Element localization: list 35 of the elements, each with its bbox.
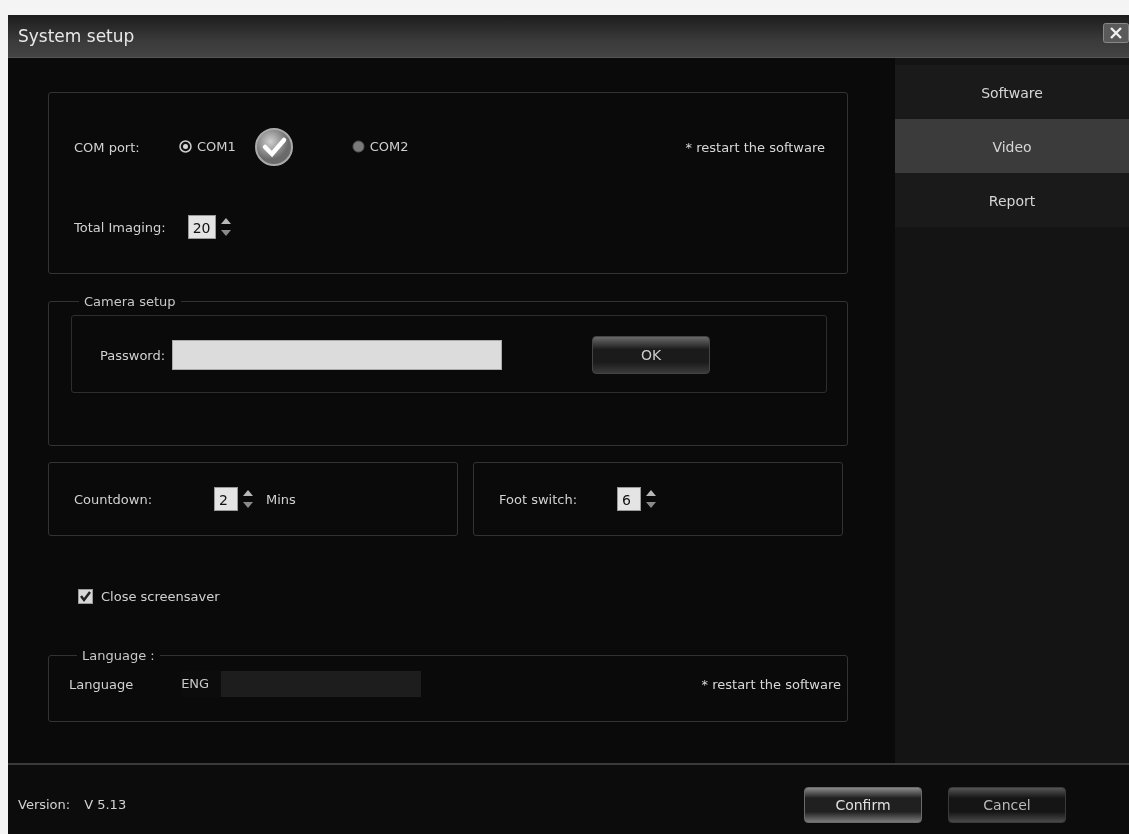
checkbox[interactable] bbox=[78, 588, 93, 604]
number-field[interactable]: 6 bbox=[617, 487, 641, 511]
field-label: COM port: bbox=[74, 139, 141, 155]
radio-label[interactable]: COM1 bbox=[197, 138, 236, 154]
language-dropdown[interactable]: ENG bbox=[181, 671, 422, 697]
number-field[interactable]: 2 bbox=[214, 487, 238, 511]
field-label: Foot switch: bbox=[499, 491, 579, 507]
field-label: Total Imaging: bbox=[74, 219, 166, 235]
number-field[interactable]: 20 bbox=[187, 215, 216, 239]
checkbox-label[interactable]: Close screensaver bbox=[101, 588, 220, 604]
restart-note: * restart the software bbox=[701, 676, 841, 692]
side-tab[interactable]: Report bbox=[895, 173, 1129, 227]
field-label: Countdown: bbox=[74, 491, 154, 507]
radio-label[interactable]: COM2 bbox=[369, 138, 409, 154]
group-title: Camera setup bbox=[83, 294, 177, 309]
close-icon[interactable] bbox=[1103, 23, 1129, 43]
field-label: Language bbox=[69, 676, 134, 692]
ok-button[interactable]: OK bbox=[592, 336, 711, 374]
window-title: System setup bbox=[18, 26, 135, 46]
unit-label: Mins bbox=[266, 491, 296, 507]
restart-note: * restart the software bbox=[685, 139, 825, 155]
version-number: V 5.13 bbox=[84, 797, 127, 812]
side-tab[interactable]: Video bbox=[895, 119, 1129, 173]
group-title: Language : bbox=[81, 648, 156, 663]
spinner-icon[interactable] bbox=[219, 216, 232, 238]
cancel-button[interactable]: Cancel bbox=[948, 786, 1066, 823]
side-tab[interactable]: Software bbox=[895, 65, 1129, 119]
field-label: Password: bbox=[100, 347, 166, 363]
version-label: Version: bbox=[18, 797, 71, 812]
check-circle-icon bbox=[253, 127, 294, 167]
spinner-icon[interactable] bbox=[242, 488, 254, 510]
confirm-button[interactable]: Confirm bbox=[804, 786, 922, 823]
spinner-icon[interactable] bbox=[645, 488, 657, 510]
password-field[interactable] bbox=[172, 340, 503, 370]
radio-button[interactable] bbox=[351, 139, 365, 153]
